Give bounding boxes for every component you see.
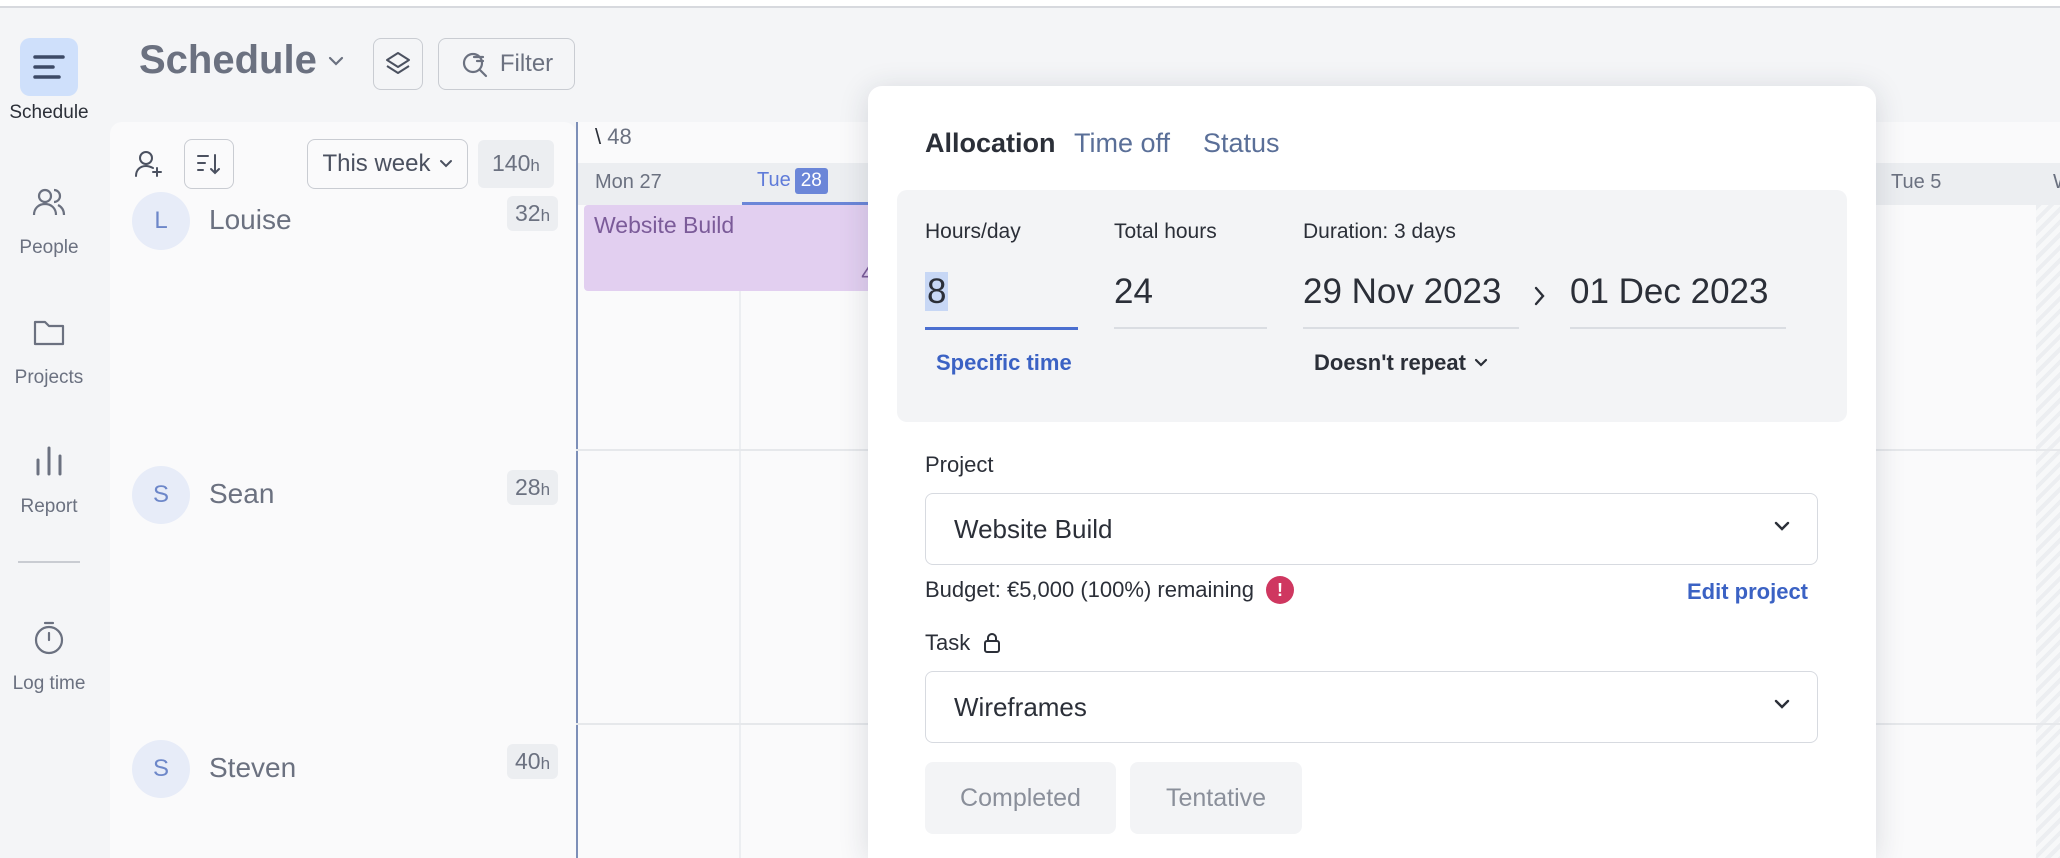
repeat-dropdown[interactable]: Doesn't repeat [1314,350,1488,376]
rail-label-projects: Projects [14,367,84,388]
add-person-button[interactable] [124,139,174,189]
rail-item-report[interactable]: Report [0,432,98,518]
person-hours: 40h [507,744,559,779]
chevron-right-icon [1534,286,1545,306]
rail-item-projects[interactable]: Projects [0,303,98,389]
today-badge: 28 [794,168,828,194]
top-border [0,0,2060,8]
filter-label: Filter [499,50,554,77]
hours-per-day-underline [925,327,1078,330]
edit-project-link[interactable]: Edit project [1687,579,1808,605]
duration-label: Duration: 3 days [1303,220,1456,243]
stopwatch-icon [20,609,78,667]
chevron-down-icon [1474,358,1488,367]
hours-per-day-label: Hours/day [925,220,1021,243]
avatar: S [132,740,190,798]
layers-button[interactable] [373,38,423,90]
layers-icon [386,52,410,74]
folder-icon [20,303,78,361]
day-tue-28: Tue 28 [757,168,828,194]
filter-search-icon [462,52,487,78]
hours-per-day-input[interactable]: 8 [925,272,949,312]
people-icon [20,173,78,231]
rail-label-log-time: Log time [12,673,86,694]
tentative-button[interactable]: Tentative [1130,762,1302,834]
person-hours: 32h [507,196,559,231]
filter-button[interactable]: Filter [438,38,575,90]
allocation-modal: Allocation Time off Status Hours/day 8 T… [868,86,1876,858]
task-select[interactable]: Wireframes [925,671,1818,743]
rail-item-people[interactable]: People [0,173,98,259]
rail-divider [18,561,80,563]
people-panel: This week 140h L Louise 32h S Sean 28h S… [110,122,576,858]
project-value: Website Build [954,514,1113,544]
bar-chart-icon [20,432,78,490]
schedule-title-dropdown[interactable]: Schedule [139,38,345,83]
total-hours-label: Total hours [1114,220,1217,243]
sort-icon [197,154,220,175]
avatar: L [132,192,190,250]
day-tue-5: Tue 5 [1891,171,1942,193]
specific-time-link[interactable]: Specific time [936,350,1072,376]
rail-item-schedule[interactable]: Schedule [0,38,98,124]
total-hours-underline [1114,327,1267,329]
add-person-icon [135,151,162,177]
chevron-down-icon [1774,699,1790,709]
weekend-hatch [2036,205,2060,858]
repeat-label: Doesn't repeat [1314,350,1466,375]
sort-button[interactable] [184,139,234,189]
start-date-underline [1303,327,1519,329]
avatar: S [132,466,190,524]
warning-icon[interactable]: ! [1266,576,1294,604]
project-label: Project [925,452,994,477]
chevron-down-icon [1774,521,1790,531]
tab-status[interactable]: Status [1203,128,1280,159]
day-w: W [2053,171,2060,194]
rail-label-schedule: Schedule [9,102,89,123]
schedule-icon [20,38,78,96]
person-name: Sean [209,478,275,509]
week-number: \ 48 [595,124,632,149]
start-date-input[interactable]: 29 Nov 2023 [1303,272,1501,312]
budget-text: Budget: €5,000 (100%) remaining [925,577,1254,602]
day-mon-27: Mon 27 [595,171,662,193]
allocation-title: Website Build [594,212,735,238]
range-select[interactable]: This week [307,139,468,189]
allocation-block[interactable]: Website Build 4 [584,205,884,291]
page-title: Schedule [139,38,317,82]
tab-allocation[interactable]: Allocation [925,128,1056,159]
range-label: This week [322,150,431,177]
person-hours: 28h [507,470,559,505]
hours-section: Hours/day 8 Total hours 24 Duration: 3 d… [897,190,1847,422]
person-name: Steven [209,752,297,783]
total-hours-input[interactable]: 24 [1114,272,1153,312]
grid-line [739,205,741,858]
rail-item-log-time[interactable]: Log time [0,609,98,695]
rail-label-report: Report [20,496,78,517]
end-date-input[interactable]: 01 Dec 2023 [1570,272,1768,312]
task-label-row: Task [925,630,1002,656]
chevron-down-icon [439,160,452,168]
lock-icon [984,633,1001,653]
chevron-down-icon [328,56,343,66]
total-hours-chip: 140h [478,140,554,188]
budget-line: Budget: €5,000 (100%) remaining ! [925,576,1294,604]
task-value: Wireframes [954,692,1087,722]
project-select[interactable]: Website Build [925,493,1818,565]
tab-time-off[interactable]: Time off [1074,128,1170,159]
left-rail: Schedule People Projects Report Log time [0,8,98,858]
completed-button[interactable]: Completed [925,762,1116,834]
task-label: Task [925,630,971,655]
end-date-underline [1570,327,1786,329]
rail-label-people: People [19,237,79,258]
person-name: Louise [209,204,292,235]
